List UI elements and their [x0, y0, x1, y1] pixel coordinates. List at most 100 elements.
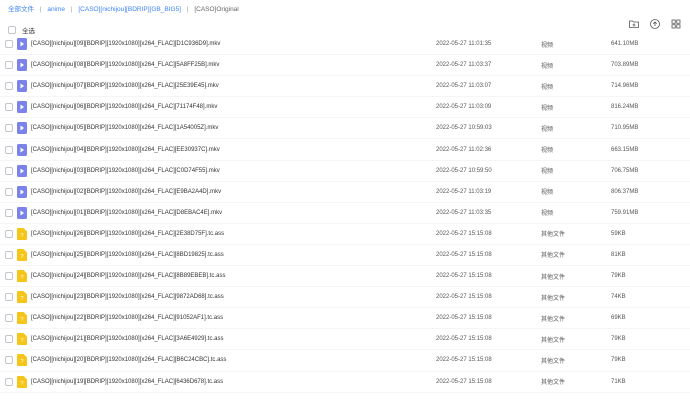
row-checkbox[interactable] — [5, 208, 13, 217]
file-type: 其他文件 — [541, 232, 566, 239]
breadcrumb-anime[interactable]: anime — [47, 6, 65, 13]
file-name[interactable]: [CASO][nichijou][06][BDRIP][1920x1080][x… — [31, 104, 217, 110]
row-checkbox[interactable] — [5, 293, 13, 302]
row-checkbox[interactable] — [5, 187, 13, 196]
breadcrumb-current: [CASO]Original — [194, 6, 239, 13]
svg-text:?: ? — [20, 254, 23, 260]
file-name[interactable]: [CASO][nichijou][21][BDRIP][1920x1080][x… — [31, 336, 223, 342]
file-row[interactable]: [CASO][nichijou][04][BDRIP][1920x1080][x… — [0, 139, 690, 161]
row-checkbox[interactable] — [5, 314, 13, 323]
file-row[interactable]: ? [CASO][nichijou][26][BDRIP][1920x1080][… — [0, 224, 690, 245]
new-folder-icon[interactable] — [628, 18, 640, 30]
breadcrumb-separator: | — [186, 6, 189, 13]
document-file-icon: ? — [17, 375, 27, 388]
file-size: 69KB — [611, 315, 626, 322]
file-row[interactable]: ? [CASO][nichijou][19][BDRIP][1920x1080][… — [0, 372, 690, 393]
file-row[interactable]: ? [CASO][nichijou][24][BDRIP][1920x1080][… — [0, 266, 690, 288]
file-name[interactable]: [CASO][nichijou][22][BDRIP][1920x1080][x… — [31, 315, 223, 321]
row-checkbox[interactable] — [5, 124, 13, 133]
grid-view-icon[interactable] — [670, 18, 682, 30]
modified-time: 2022-05-27 15:15:08 — [436, 273, 492, 280]
modified-time: 2022-05-27 11:03:09 — [436, 104, 492, 111]
row-checkbox[interactable] — [5, 335, 13, 344]
file-size: 79KB — [611, 273, 626, 280]
file-size: 641.10MB — [611, 41, 639, 48]
file-name[interactable]: [CASO][nichijou][09][BDRIP][1920x1080][x… — [31, 41, 220, 47]
file-row[interactable]: ? [CASO][nichijou][22][BDRIP][1920x1080][… — [0, 308, 690, 330]
file-name[interactable]: [CASO][nichijou][23][BDRIP][1920x1080][x… — [31, 294, 224, 300]
file-row[interactable]: ? [CASO][nichijou][21][BDRIP][1920x1080][… — [0, 329, 690, 351]
file-row[interactable]: [CASO][nichijou][02][BDRIP][1920x1080][x… — [0, 182, 690, 203]
file-name[interactable]: [CASO][nichijou][19][BDRIP][1920x1080][x… — [31, 379, 223, 385]
file-name[interactable]: [CASO][nichijou][07][BDRIP][1920x1080][x… — [31, 83, 219, 89]
file-row[interactable]: [CASO][nichijou][03][BDRIP][1920x1080][x… — [0, 161, 690, 182]
file-size: 81KB — [611, 251, 626, 258]
select-all-checkbox[interactable] — [8, 26, 16, 34]
file-row[interactable]: ? [CASO][nichijou][25][BDRIP][1920x1080][… — [0, 245, 690, 267]
row-checkbox[interactable] — [5, 40, 13, 49]
row-checkbox[interactable] — [5, 166, 13, 175]
file-name[interactable]: [CASO][nichijou][01][BDRIP][1920x1080][x… — [31, 210, 222, 216]
modified-time: 2022-05-27 10:59:50 — [436, 167, 492, 174]
video-file-icon — [17, 122, 27, 135]
row-checkbox[interactable] — [5, 145, 13, 154]
svg-text:?: ? — [20, 296, 23, 302]
document-file-icon: ? — [17, 248, 27, 261]
file-row[interactable]: [CASO][nichijou][01][BDRIP][1920x1080][x… — [0, 203, 690, 224]
row-checkbox[interactable] — [5, 103, 13, 112]
video-file-icon — [17, 164, 27, 177]
file-row[interactable]: ? [CASO][nichijou][20][BDRIP][1920x1080][… — [0, 350, 690, 372]
row-checkbox[interactable] — [5, 229, 13, 238]
file-name[interactable]: [CASO][nichijou][02][BDRIP][1920x1080][x… — [31, 189, 221, 195]
video-file-icon — [17, 80, 27, 93]
file-type: 视频 — [541, 211, 554, 218]
file-row[interactable]: [CASO][nichijou][09][BDRIP][1920x1080][x… — [0, 34, 690, 56]
modified-time: 2022-05-27 15:15:08 — [436, 357, 492, 364]
row-checkbox[interactable] — [5, 356, 13, 365]
file-type: 视频 — [541, 190, 554, 197]
file-name[interactable]: [CASO][nichijou][04][BDRIP][1920x1080][x… — [31, 147, 220, 153]
file-size: 816.24MB — [611, 104, 639, 111]
modified-time: 2022-05-27 11:03:37 — [436, 62, 492, 69]
document-file-icon: ? — [17, 354, 27, 367]
toolbar — [628, 18, 682, 30]
row-checkbox[interactable] — [5, 61, 13, 70]
file-row[interactable]: [CASO][nichijou][06][BDRIP][1920x1080][x… — [0, 97, 690, 119]
breadcrumb: 全部文件 | anime | [CASO][nichijou][BDRIP][G… — [8, 4, 239, 16]
modified-time: 2022-05-27 15:15:08 — [436, 336, 492, 343]
video-file-icon — [17, 185, 27, 198]
video-file-icon — [17, 101, 27, 114]
file-name[interactable]: [CASO][nichijou][03][BDRIP][1920x1080][x… — [31, 168, 220, 174]
file-name[interactable]: [CASO][nichijou][26][BDRIP][1920x1080][x… — [31, 231, 224, 237]
row-checkbox[interactable] — [5, 377, 13, 386]
modified-time: 2022-05-27 11:03:19 — [436, 188, 492, 195]
row-checkbox[interactable] — [5, 250, 13, 259]
file-size: 759.91MB — [611, 209, 639, 216]
document-file-icon: ? — [17, 333, 27, 346]
file-list: [CASO][nichijou][09][BDRIP][1920x1080][x… — [0, 34, 690, 393]
breadcrumb-separator: | — [39, 6, 42, 13]
file-type: 其他文件 — [541, 316, 566, 323]
file-name[interactable]: [CASO][nichijou][05][BDRIP][1920x1080][x… — [31, 125, 218, 131]
svg-text:?: ? — [20, 317, 23, 323]
file-name[interactable]: [CASO][nichijou][08][BDRIP][1920x1080][x… — [31, 62, 219, 68]
file-size: 59KB — [611, 230, 626, 237]
breadcrumb-all-files[interactable]: 全部文件 — [8, 6, 34, 13]
file-name[interactable]: [CASO][nichijou][25][BDRIP][1920x1080][x… — [31, 252, 224, 258]
file-row[interactable]: [CASO][nichijou][08][BDRIP][1920x1080][x… — [0, 55, 690, 77]
file-size: 706.75MB — [611, 167, 639, 174]
file-type: 视频 — [541, 169, 554, 176]
file-size: 79KB — [611, 336, 626, 343]
document-file-icon: ? — [17, 227, 27, 240]
row-checkbox[interactable] — [5, 272, 13, 281]
file-row[interactable]: ? [CASO][nichijou][23][BDRIP][1920x1080][… — [0, 287, 690, 309]
file-type: 视频 — [541, 84, 554, 91]
modified-time: 2022-05-27 11:03:07 — [436, 83, 492, 90]
file-row[interactable]: [CASO][nichijou][07][BDRIP][1920x1080][x… — [0, 76, 690, 98]
breadcrumb-caso-folder[interactable]: [CASO][nichijou][BDRIP][GB_BIG5] — [78, 6, 181, 13]
file-name[interactable]: [CASO][nichijou][20][BDRIP][1920x1080][x… — [31, 357, 226, 363]
row-checkbox[interactable] — [5, 82, 13, 91]
file-name[interactable]: [CASO][nichijou][24][BDRIP][1920x1080][x… — [31, 273, 225, 279]
file-row[interactable]: [CASO][nichijou][05][BDRIP][1920x1080][x… — [0, 118, 690, 140]
upload-icon[interactable] — [649, 18, 661, 30]
